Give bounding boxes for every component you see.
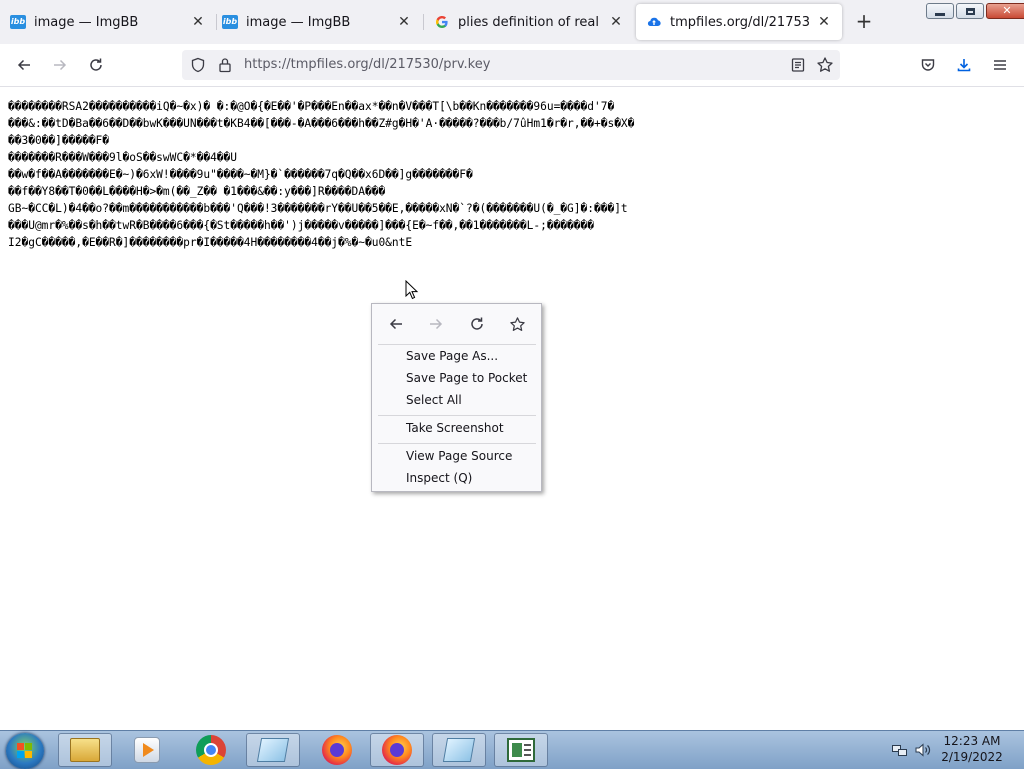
tab-imgbb-2[interactable]: ibb image — ImgBB ✕ (212, 4, 422, 40)
pocket-button[interactable] (916, 53, 940, 77)
notepad-icon (256, 738, 290, 762)
context-bookmark-button[interactable] (505, 312, 529, 336)
new-tab-button[interactable]: + (852, 10, 876, 34)
firefox-icon (322, 735, 352, 765)
context-nav-row (372, 312, 543, 336)
imgbb-icon: ibb (10, 14, 26, 30)
tab-strip: ibb image — ImgBB ✕ ibb image — ImgBB ✕ … (0, 0, 1024, 45)
clock-time: 12:23 AM (943, 734, 1001, 748)
text-line: I2�gC�����,�E��R�]��������pr�I�����4H���… (8, 236, 413, 249)
download-icon (957, 59, 971, 72)
text-line: �������R���W���9l�oS��swWC�*��4��U (8, 151, 238, 164)
reader-view-icon[interactable] (790, 57, 806, 76)
taskbar: 12:23 AM 2/19/2022 (0, 730, 1024, 769)
menu-item-save-page-as[interactable]: Save Page As... (406, 349, 498, 363)
taskbar-notepad-2[interactable] (432, 733, 486, 767)
restore-icon (965, 7, 975, 15)
tab-google[interactable]: plies definition of real - Goog ✕ (424, 4, 634, 40)
taskbar-clock[interactable]: 12:23 AM 2/19/2022 (940, 733, 1004, 765)
google-icon (434, 14, 450, 30)
reload-button[interactable] (84, 53, 108, 77)
context-back-button[interactable] (384, 312, 408, 336)
text-line: ��w�f��A�������E�~)�6xW!����9u"����~�M}�… (8, 168, 473, 181)
menu-separator (378, 415, 536, 416)
taskbar-media-player[interactable] (120, 733, 174, 767)
tab-title: tmpfiles.org/dl/217530/prv.ke (670, 14, 810, 30)
context-menu: Save Page As... Save Page to Pocket Sele… (371, 303, 542, 492)
text-line: ��3�0��]�����F� (8, 134, 110, 147)
restore-button[interactable] (956, 3, 984, 19)
menu-separator (378, 443, 536, 444)
firefox-icon (382, 735, 412, 765)
arrow-left-icon (17, 59, 30, 71)
close-tab-icon[interactable]: ✕ (190, 14, 206, 30)
arrow-right-icon (54, 59, 67, 71)
text-line: ��������RSA2����������iQ�~�x)� �:�@O�{�E… (8, 100, 615, 113)
reload-icon (471, 317, 483, 330)
taskbar-notepad-1[interactable] (246, 733, 300, 767)
taskbar-firefox-2[interactable] (370, 733, 424, 767)
url-text[interactable]: https://tmpfiles.org/dl/217530/prv.key (244, 57, 490, 72)
tab-title: image — ImgBB (34, 14, 139, 30)
menu-item-inspect[interactable]: Inspect (Q) (406, 471, 472, 485)
bookmark-star-icon (509, 316, 525, 331)
menu-separator (378, 344, 536, 345)
close-tab-icon[interactable]: ✕ (396, 14, 412, 30)
context-reload-button[interactable] (465, 312, 489, 336)
minimize-icon (935, 12, 945, 16)
tab-imgbb-1[interactable]: ibb image — ImgBB ✕ (0, 4, 216, 40)
close-window-button[interactable]: ✕ (986, 3, 1024, 19)
bookmark-star-icon[interactable] (816, 56, 834, 77)
menu-item-save-to-pocket[interactable]: Save Page to Pocket (406, 371, 527, 385)
close-tab-icon[interactable]: ✕ (816, 14, 832, 30)
folder-icon (70, 738, 100, 762)
menu-item-take-screenshot[interactable]: Take Screenshot (406, 421, 504, 435)
pocket-icon (921, 59, 935, 71)
text-line: ��f��Y8��T�0��L����H�>�m(��_Z�� �1���&��… (8, 185, 386, 198)
forward-button[interactable] (48, 53, 72, 77)
arrow-left-icon (389, 318, 402, 330)
minimize-button[interactable] (926, 3, 954, 19)
cloud-upload-icon (646, 14, 662, 30)
menu-button[interactable] (988, 53, 1012, 77)
text-line: ���&:��tD�Ba��6��D��bwK���UN���t�KB4��[�… (8, 117, 635, 130)
shield-icon[interactable] (190, 57, 206, 76)
taskbar-document-viewer[interactable] (494, 733, 548, 767)
taskbar-firefox-1[interactable] (310, 733, 364, 767)
start-button[interactable] (6, 733, 44, 769)
close-tab-icon[interactable]: ✕ (608, 14, 624, 30)
hamburger-menu-icon (994, 60, 1006, 70)
clock-date: 2/19/2022 (941, 750, 1003, 764)
imgbb-icon: ibb (222, 14, 238, 30)
text-line: GB~�CC�L)�4��o?��m�����������b���'Q���!3… (8, 202, 628, 215)
tab-title: image — ImgBB (246, 14, 351, 30)
context-forward-button[interactable] (424, 312, 448, 336)
reload-icon (90, 58, 102, 71)
tab-tmpfiles[interactable]: tmpfiles.org/dl/217530/prv.ke ✕ (636, 4, 842, 40)
mouse-cursor-icon (405, 279, 419, 303)
text-line: ���U@mr�%��s�h��twR�B����6���{�St�����h�… (8, 219, 594, 232)
document-window-icon (507, 738, 535, 762)
menu-item-select-all[interactable]: Select All (406, 393, 462, 407)
menu-item-view-page-source[interactable]: View Page Source (406, 449, 512, 463)
navigation-toolbar: https://tmpfiles.org/dl/217530/prv.key (0, 44, 1024, 87)
arrow-right-icon (430, 318, 443, 330)
notepad-icon (442, 738, 476, 762)
downloads-button[interactable] (952, 53, 976, 77)
windows-logo-icon (17, 743, 33, 759)
taskbar-explorer[interactable] (58, 733, 112, 767)
chrome-icon (196, 735, 226, 765)
network-icon[interactable] (892, 742, 908, 758)
taskbar-chrome[interactable] (184, 733, 238, 767)
url-bar[interactable]: https://tmpfiles.org/dl/217530/prv.key (182, 50, 840, 80)
back-button[interactable] (12, 53, 36, 77)
volume-icon[interactable] (914, 741, 932, 762)
tab-title: plies definition of real - Goog (458, 14, 602, 30)
page-content: ��������RSA2����������iQ�~�x)� �:�@O�{�E… (8, 98, 1018, 251)
window-controls: ✕ (924, 3, 1024, 19)
close-icon: ✕ (1002, 4, 1012, 17)
lock-icon[interactable] (218, 57, 232, 76)
media-player-icon (134, 737, 160, 763)
